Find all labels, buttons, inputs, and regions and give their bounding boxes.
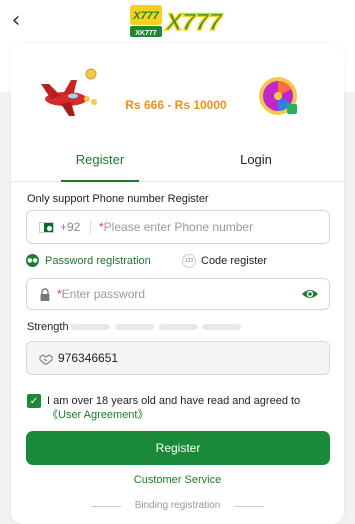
user-agreement-link[interactable]: 《User Agreement》 xyxy=(47,409,148,421)
phone-placeholder: Please enter Phone number xyxy=(103,220,254,234)
dots-icon: ●● xyxy=(26,254,39,267)
banner-amount: Rs 666 - Rs 10000 xyxy=(125,98,227,112)
tab-login[interactable]: Login xyxy=(216,152,296,167)
strength-bar xyxy=(159,324,198,330)
spin-wheel-icon xyxy=(259,77,297,115)
app-logo: X777 XK777 X777 xyxy=(130,5,224,37)
top-bar: ‹ X777 XK777 X777 xyxy=(0,0,355,44)
invite-code-field[interactable]: 976346651 xyxy=(26,341,330,375)
password-strength: Strength xyxy=(27,321,331,333)
password-input[interactable]: *Enter password xyxy=(57,287,145,301)
svg-text:XK777: XK777 xyxy=(135,30,157,37)
password-registration-option[interactable]: ●● Password registration xyxy=(26,254,151,267)
tab-register-indicator xyxy=(61,180,139,182)
code-register-option[interactable]: 123 Code register xyxy=(182,254,267,268)
divider xyxy=(90,220,91,234)
auth-tabs: Register Login xyxy=(11,140,344,182)
binding-registration: Binding registration xyxy=(11,500,344,514)
back-button[interactable]: ‹ xyxy=(6,7,26,33)
password-field[interactable]: *Enter password xyxy=(26,278,330,310)
tab-register[interactable]: Register xyxy=(61,152,139,167)
airplane-icon xyxy=(41,80,90,116)
pakistan-flag-icon xyxy=(39,222,54,233)
register-button[interactable]: Register xyxy=(26,431,330,465)
strength-label: Strength xyxy=(27,321,69,333)
handshake-icon xyxy=(39,354,53,365)
checkmark-icon: ✓ xyxy=(29,395,39,407)
agreement-checkbox[interactable]: ✓ xyxy=(27,394,41,408)
invite-code-value: 976346651 xyxy=(58,351,119,365)
code-register-label: Code register xyxy=(201,255,268,267)
strength-bar xyxy=(115,324,154,330)
registration-modes: ●● Password registration 123 Code regist… xyxy=(26,254,330,268)
lock-icon xyxy=(40,288,50,301)
eye-icon[interactable] xyxy=(301,287,319,301)
password-placeholder: Enter password xyxy=(61,287,146,301)
strength-bar xyxy=(202,324,241,330)
agreement-row: ✓ I am over 18 years old and have read a… xyxy=(27,394,331,424)
phone-hint: Only support Phone number Register xyxy=(27,193,209,205)
number-icon: 123 xyxy=(182,254,196,268)
svg-text:X777: X777 xyxy=(164,9,224,36)
promo-banner: Rs 666 - Rs 10000 xyxy=(41,68,297,116)
chevron-left-icon: ‹ xyxy=(11,7,21,33)
binding-registration-label[interactable]: Binding registration xyxy=(11,500,344,511)
password-registration-label: Password registration xyxy=(45,254,151,267)
divider xyxy=(234,506,264,507)
strength-bar xyxy=(71,324,110,330)
phone-field[interactable]: +92 *Please enter Phone number xyxy=(26,210,330,244)
customer-service-link[interactable]: Customer Service xyxy=(11,474,344,486)
register-card: Rs 666 - Rs 10000 Register Login Only su… xyxy=(11,44,344,524)
agreement-text: I am over 18 years old and have read and… xyxy=(47,394,332,422)
country-code[interactable]: +92 xyxy=(60,220,80,234)
svg-text:X777: X777 xyxy=(132,10,160,22)
agreement-label: I am over 18 years old and have read and… xyxy=(47,395,301,407)
phone-input[interactable]: *Please enter Phone number xyxy=(99,220,253,234)
